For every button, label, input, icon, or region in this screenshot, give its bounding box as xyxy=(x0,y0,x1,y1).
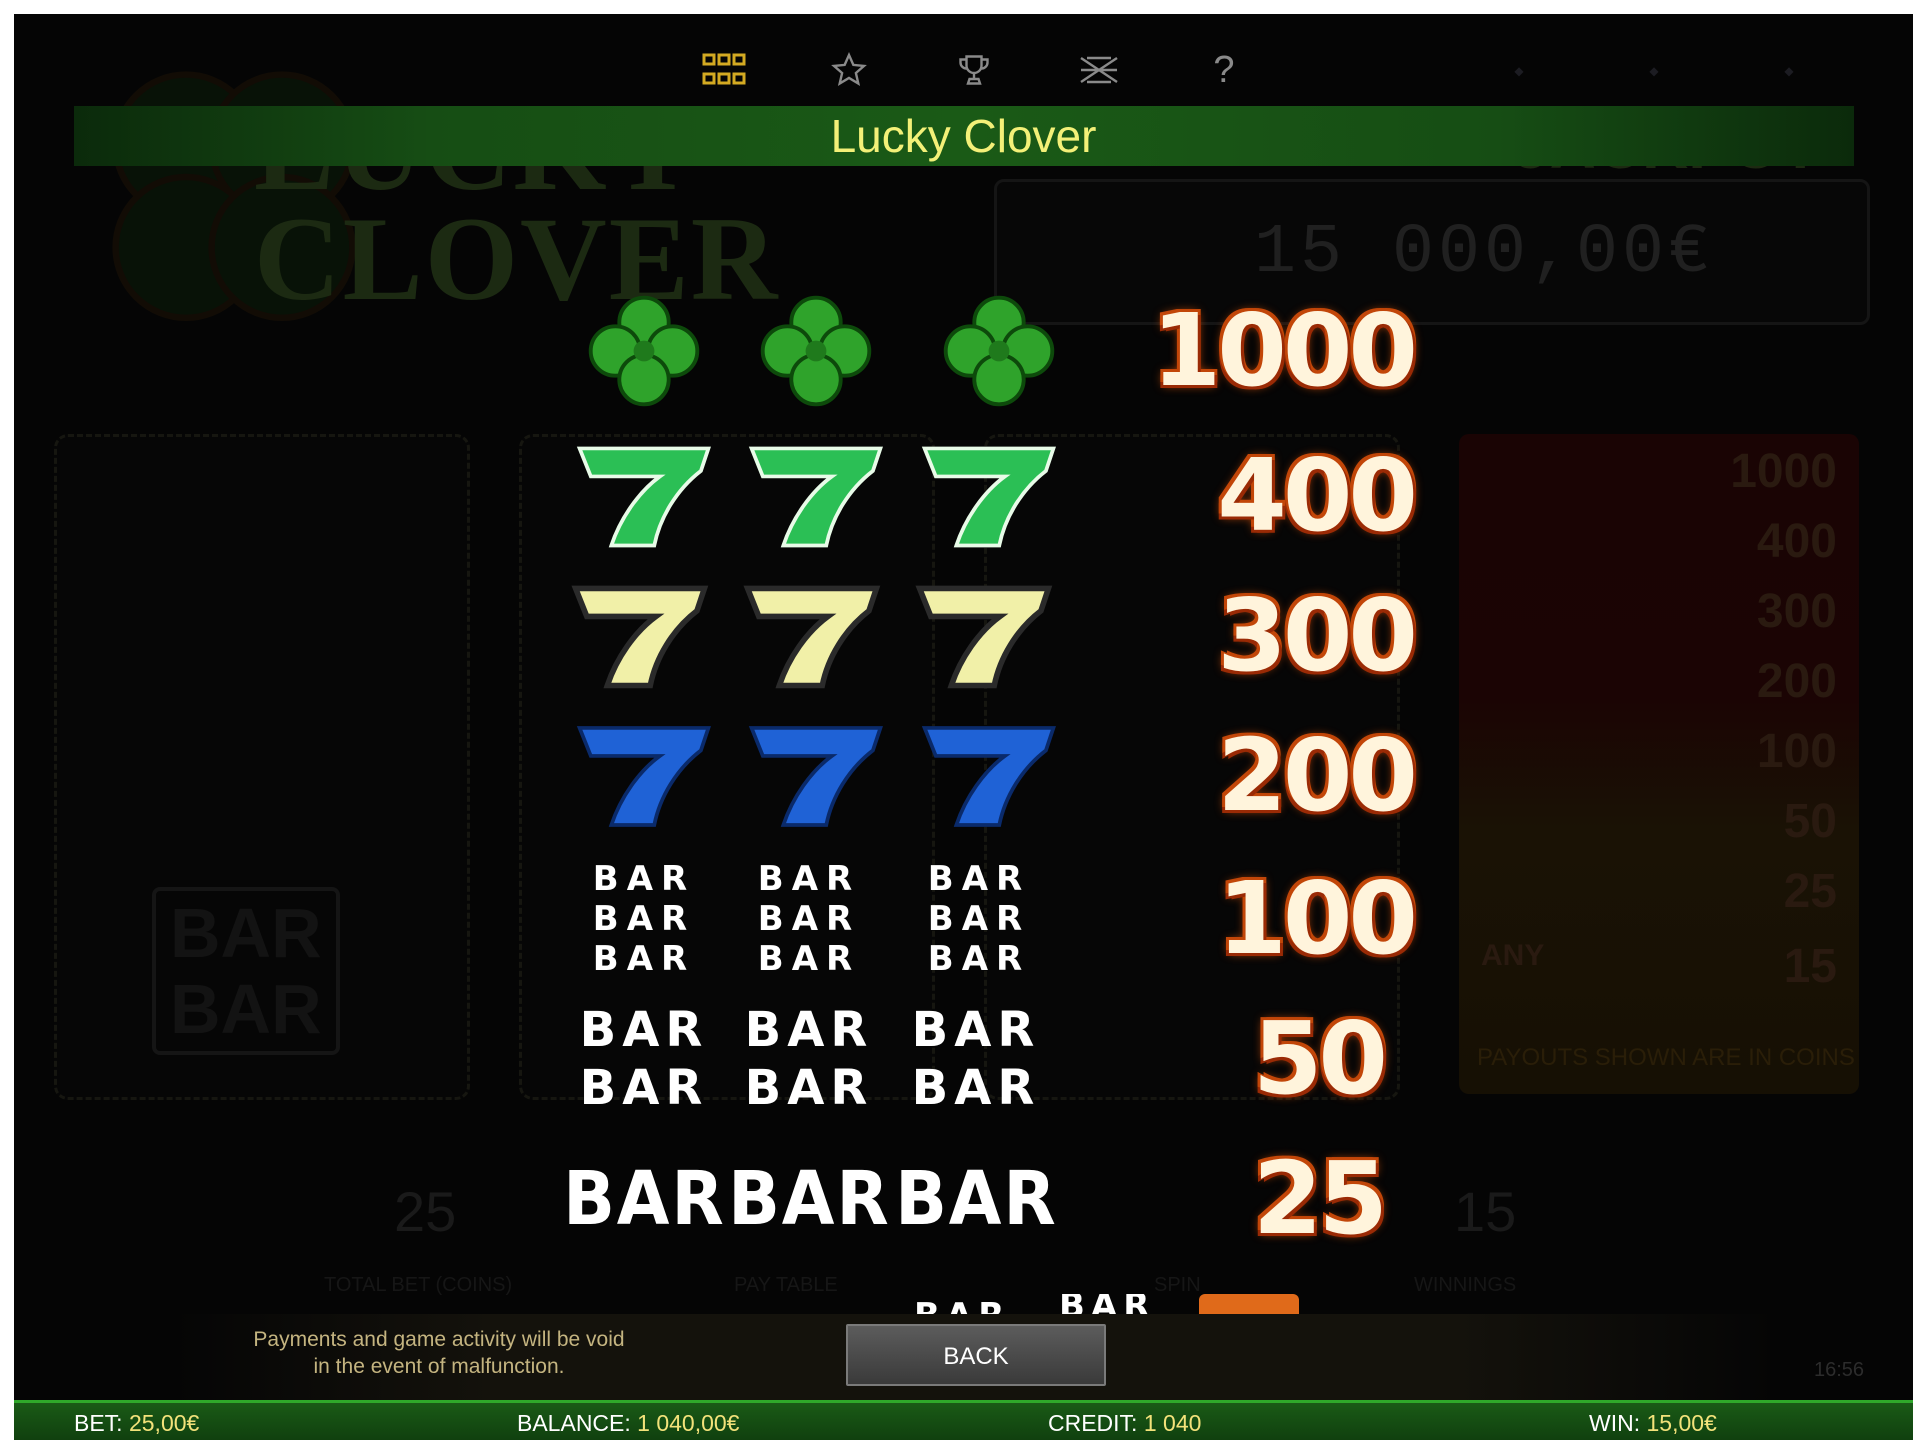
balance-label: BALANCE: xyxy=(517,1410,631,1436)
bar-text: BAR xyxy=(592,899,696,939)
back-button[interactable]: BACK xyxy=(846,1324,1106,1386)
bar-text: BAR xyxy=(914,1296,1010,1314)
bar-text: BAR xyxy=(927,939,1031,979)
bar-text: BAR xyxy=(911,1002,1041,1058)
game-screen: LUCKY CLOVER ◆ ◆ ◆ JACKPOT 15 000,00€ BA… xyxy=(14,14,1913,1440)
paytable-row-clover: 1000 xyxy=(574,291,1418,411)
bar-text: BAR xyxy=(894,1156,1058,1242)
paytable-row-yellow-seven: 300 xyxy=(571,576,1418,696)
green-seven-icon xyxy=(746,436,886,556)
credit-value: 1 040 xyxy=(1143,1410,1202,1436)
double-bar-symbol: BAR BAR xyxy=(574,999,714,1119)
disclaimer-line1: Payments and game activity will be void xyxy=(253,1328,625,1351)
clover-icon xyxy=(574,291,714,411)
bar-text: BAR xyxy=(592,859,696,899)
bet-label: BET: xyxy=(74,1410,123,1436)
win-value: 15,00€ xyxy=(1646,1410,1717,1436)
blue-seven-icon xyxy=(574,716,714,836)
yellow-seven-icon xyxy=(742,576,882,696)
bar-text: BAR xyxy=(727,1156,891,1242)
bar-text: BAR xyxy=(744,1060,874,1116)
credit-status: CREDIT: 1 040 xyxy=(1048,1403,1201,1440)
payout-value: 100 xyxy=(1217,860,1418,977)
payout-value: 1000 xyxy=(1151,292,1418,409)
paytable-overlay: 1000 400 300 200 BAR BAR BAR BAR BAR BAR… xyxy=(14,14,1913,1314)
clock-time: 16:56 xyxy=(1814,1359,1865,1381)
blue-seven-icon xyxy=(919,716,1059,836)
bar-text: BAR xyxy=(911,1060,1041,1116)
paytable-row-triple-bar: BAR BAR BAR BAR BAR BAR BAR BAR BAR 100 xyxy=(574,859,1418,979)
malfunction-disclaimer: Payments and game activity will be void … xyxy=(214,1326,664,1380)
green-seven-icon xyxy=(919,436,1059,556)
bar-text: BAR xyxy=(757,859,861,899)
paytable-row-blue-seven: 200 xyxy=(574,716,1418,836)
green-seven-icon xyxy=(574,436,714,556)
triple-bar-symbol: BAR BAR BAR xyxy=(574,859,714,979)
bar-text: BAR xyxy=(927,859,1031,899)
bar-text: BAR xyxy=(579,1002,709,1058)
bar-text: BAR xyxy=(744,1002,874,1058)
single-bar-symbol: BAR xyxy=(728,1139,889,1259)
bar-text: BAR xyxy=(757,939,861,979)
bar-text: BAR xyxy=(757,899,861,939)
payout-value: 50 xyxy=(1252,1000,1388,1117)
balance-value: 1 040,00€ xyxy=(637,1410,740,1436)
balance-status: BALANCE: 1 040,00€ xyxy=(517,1403,739,1440)
triple-bar-symbol: BAR BAR BAR xyxy=(909,859,1049,979)
bar-text: BAR xyxy=(579,1060,709,1116)
triple-bar-symbol: BAR BAR BAR xyxy=(739,859,879,979)
bar-text: BAR xyxy=(592,939,696,979)
cut-off-payout xyxy=(1199,1294,1299,1314)
single-bar-symbol: BAR xyxy=(563,1139,724,1259)
blue-seven-icon xyxy=(746,716,886,836)
yellow-seven-icon xyxy=(570,576,710,696)
paytable-row-single-bar: BAR BAR BAR 25 xyxy=(563,1139,1388,1259)
paytable-row-green-seven: 400 xyxy=(574,436,1418,556)
bar-text: BAR xyxy=(1059,1294,1156,1314)
credit-label: CREDIT: xyxy=(1048,1410,1138,1436)
bet-value: 25,00€ xyxy=(128,1410,200,1436)
paytable-row-cut-off: BAR BAR xyxy=(914,1294,1314,1314)
payout-value: 25 xyxy=(1252,1140,1388,1257)
win-status: WIN: 15,00€ xyxy=(1589,1403,1717,1440)
bar-text: BAR xyxy=(927,899,1031,939)
payout-value: 300 xyxy=(1217,577,1418,694)
payout-value: 200 xyxy=(1217,717,1418,834)
disclaimer-line2: in the event of malfunction. xyxy=(313,1355,565,1378)
bet-status: BET: 25,00€ xyxy=(74,1403,199,1440)
bar-text: BAR xyxy=(562,1156,726,1242)
win-label: WIN: xyxy=(1589,1410,1641,1436)
clover-icon xyxy=(746,291,886,411)
status-bar: BET: 25,00€ BALANCE: 1 040,00€ CREDIT: 1… xyxy=(14,1400,1913,1440)
double-bar-symbol: BAR BAR xyxy=(906,999,1046,1119)
yellow-seven-icon xyxy=(914,576,1054,696)
paytable-row-double-bar: BAR BAR BAR BAR BAR BAR 50 xyxy=(574,999,1388,1119)
clover-icon xyxy=(929,291,1069,411)
payout-value: 400 xyxy=(1217,437,1418,554)
double-bar-symbol: BAR BAR xyxy=(739,999,879,1119)
single-bar-symbol: BAR xyxy=(895,1139,1056,1259)
